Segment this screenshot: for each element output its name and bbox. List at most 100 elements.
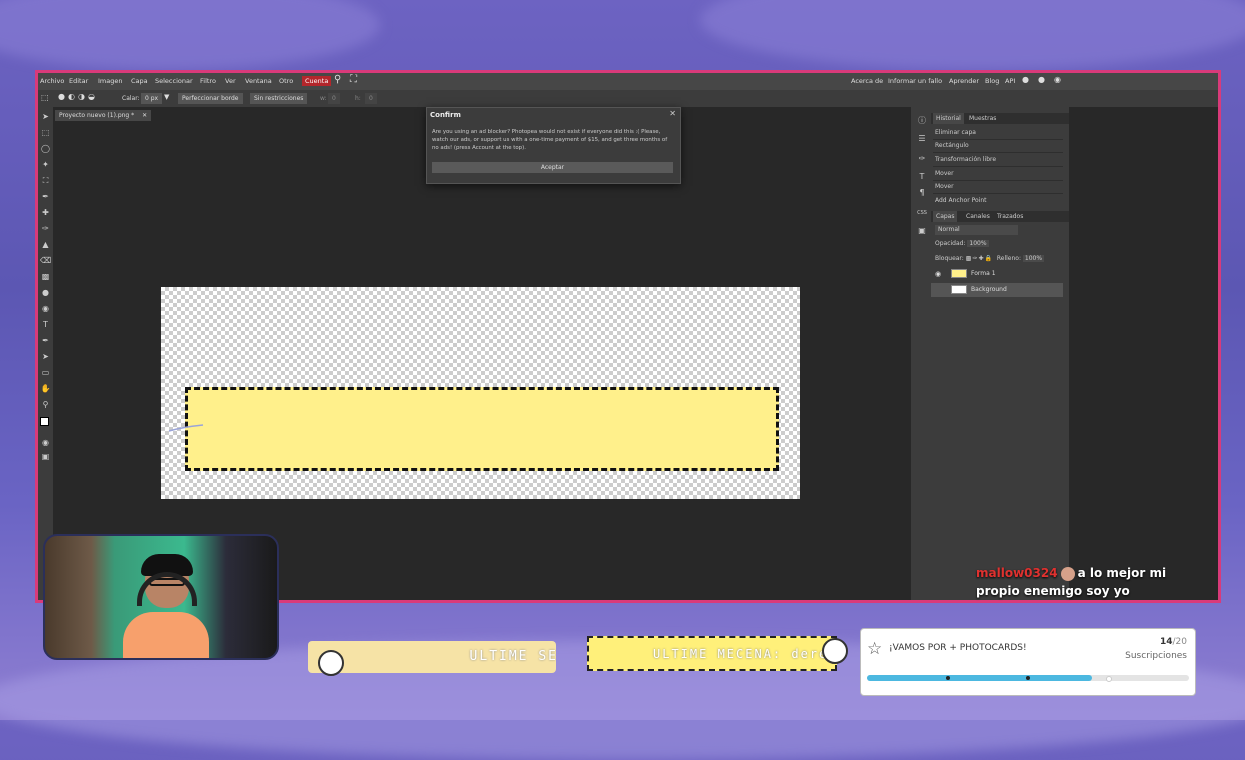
marquee-tool-icon[interactable]: ⬚: [40, 127, 51, 138]
goal-current: 14: [1159, 637, 1173, 647]
fullscreen-icon[interactable]: ⛶: [350, 74, 357, 85]
facebook-icon[interactable]: ◉: [1054, 75, 1061, 84]
document-canvas[interactable]: [161, 287, 800, 499]
account-button[interactable]: Cuenta: [302, 76, 332, 86]
divider: [933, 152, 1063, 153]
tab-canales[interactable]: Canales: [966, 213, 990, 220]
rectangle-shape[interactable]: [185, 387, 779, 471]
tab-muestras[interactable]: Muestras: [969, 115, 996, 122]
width-input[interactable]: 0: [328, 93, 340, 104]
tab-trazados[interactable]: Trazados: [997, 213, 1023, 220]
background-cloud: [700, 0, 1245, 70]
opacity-label: Opacidad:: [935, 240, 966, 247]
eyedropper-icon[interactable]: ✒: [40, 191, 51, 202]
lasso-tool-icon[interactable]: ◯: [40, 143, 51, 154]
feather-input[interactable]: 0 px: [141, 93, 163, 104]
paragraph-icon[interactable]: ¶: [916, 187, 928, 199]
dialog-message: Are you using an ad blocker? Photopea wo…: [432, 129, 668, 151]
zoom-tool-icon[interactable]: ⚲: [40, 399, 51, 410]
blur-tool-icon[interactable]: ●: [40, 287, 51, 298]
menu-filtro[interactable]: Filtro: [200, 77, 216, 85]
history-item[interactable]: Mover: [935, 183, 954, 190]
accept-button[interactable]: Aceptar: [432, 162, 673, 173]
search-icon[interactable]: ⚲: [334, 74, 341, 85]
menu-bar: Archivo Editar Imagen Capa Seleccionar F…: [38, 73, 1218, 90]
magic-wand-icon[interactable]: ✦: [40, 159, 51, 170]
blend-mode-select[interactable]: Normal: [935, 225, 1018, 235]
donor-ticker: ULTIME SE: [308, 641, 556, 673]
photopea-window: Archivo Editar Imagen Capa Seleccionar F…: [35, 70, 1221, 603]
quick-mask-icon[interactable]: ◉: [40, 437, 51, 448]
text-tool-icon[interactable]: T: [40, 319, 51, 330]
close-icon[interactable]: ✕: [142, 112, 147, 119]
menu-archivo[interactable]: Archivo: [40, 77, 64, 85]
menu-imagen[interactable]: Imagen: [98, 77, 122, 85]
layer-row[interactable]: ◉ Forma 1: [931, 267, 1063, 281]
move-tool-icon[interactable]: ➤: [40, 111, 51, 122]
height-input[interactable]: 0: [365, 93, 377, 104]
divider: [933, 180, 1063, 181]
brush-panel-icon[interactable]: ✑: [916, 153, 928, 165]
eraser-tool-icon[interactable]: ⌫: [40, 255, 51, 266]
tab-capas[interactable]: Capas: [933, 211, 958, 222]
chevron-down-icon[interactable]: ▼: [164, 93, 169, 101]
css-icon[interactable]: CSS: [916, 207, 928, 219]
history-item[interactable]: Eliminar capa: [935, 129, 976, 136]
marquee-icon[interactable]: ⬚: [41, 93, 49, 102]
lock-row: Bloquear: ▩✑✚🔒 Relleno: 100%: [935, 255, 1067, 262]
tools-panel: ➤ ⬚ ◯ ✦ ⛶ ✒ ✚ ✑ ▲ ⌫ ▩ ● ◉ T ✒ ➤ ▭ ✋ ⚲ ◉ …: [38, 107, 53, 600]
properties-icon[interactable]: ☰: [916, 133, 928, 145]
link-aprender[interactable]: Aprender: [949, 77, 979, 85]
lock-icons[interactable]: ▩✑✚🔒: [966, 255, 993, 262]
document-tab[interactable]: Proyecto nuevo (1).png * ✕: [55, 110, 152, 121]
constraint-select[interactable]: Sin restricciones: [250, 93, 308, 104]
layer-name: Forma 1: [971, 270, 996, 277]
fill-input[interactable]: 100%: [1022, 255, 1045, 262]
menu-capa[interactable]: Capa: [131, 77, 148, 85]
layer-thumbnail: [951, 285, 967, 294]
eye-icon[interactable]: ◉: [935, 267, 941, 281]
reddit-icon[interactable]: ●: [1022, 75, 1029, 84]
stamp-tool-icon[interactable]: ▲: [40, 239, 51, 250]
history-item[interactable]: Mover: [935, 170, 954, 177]
refine-edge-button[interactable]: Perfeccionar borde: [178, 93, 243, 104]
history-item[interactable]: Add Anchor Point: [935, 197, 986, 204]
menu-ventana[interactable]: Ventana: [245, 77, 272, 85]
twitter-icon[interactable]: ●: [1038, 75, 1045, 84]
brush-tool-icon[interactable]: ✑: [40, 223, 51, 234]
avatar: [1060, 566, 1075, 581]
link-api[interactable]: API: [1005, 77, 1015, 85]
history-tabs: Historial Muestras: [931, 113, 1069, 124]
info-icon[interactable]: ⓘ: [916, 115, 928, 127]
link-blog[interactable]: Blog: [985, 77, 999, 85]
heal-tool-icon[interactable]: ✚: [40, 207, 51, 218]
tab-historial[interactable]: Historial: [933, 113, 964, 124]
dodge-tool-icon[interactable]: ◉: [40, 303, 51, 314]
menu-seleccionar[interactable]: Seleccionar: [155, 77, 193, 85]
foreground-color-icon[interactable]: [40, 417, 49, 426]
pen-tool-icon[interactable]: ✒: [40, 335, 51, 346]
menu-editar[interactable]: Editar: [69, 77, 88, 85]
shape-tool-icon[interactable]: ▭: [40, 367, 51, 378]
menu-ver[interactable]: Ver: [225, 77, 236, 85]
history-item[interactable]: Rectángulo: [935, 142, 969, 149]
link-acerca-de[interactable]: Acerca de: [851, 77, 883, 85]
feather-label: Calar:: [122, 95, 140, 102]
opacity-input[interactable]: 100%: [967, 240, 989, 247]
dialog-title: Confirm: [430, 111, 461, 119]
link-informar-fallo[interactable]: Informar un fallo: [888, 77, 942, 85]
history-item[interactable]: Transformación libre: [935, 156, 996, 163]
right-panel: Historial Muestras Eliminar capa Rectáng…: [931, 107, 1069, 600]
gradient-tool-icon[interactable]: ▩: [40, 271, 51, 282]
crop-tool-icon[interactable]: ⛶: [40, 175, 51, 186]
height-label: h:: [355, 95, 361, 102]
screen-mode-icon[interactable]: ▣: [40, 451, 51, 462]
layer-row-selected[interactable]: Background: [931, 283, 1063, 297]
close-icon[interactable]: ✕: [669, 109, 676, 118]
path-select-icon[interactable]: ➤: [40, 351, 51, 362]
character-icon[interactable]: T: [916, 171, 928, 183]
menu-otro[interactable]: Otro: [279, 77, 293, 85]
hand-tool-icon[interactable]: ✋: [40, 383, 51, 394]
selection-mode-icons[interactable]: ●◐◑◒: [58, 92, 98, 101]
image-icon[interactable]: ▣: [916, 225, 928, 237]
